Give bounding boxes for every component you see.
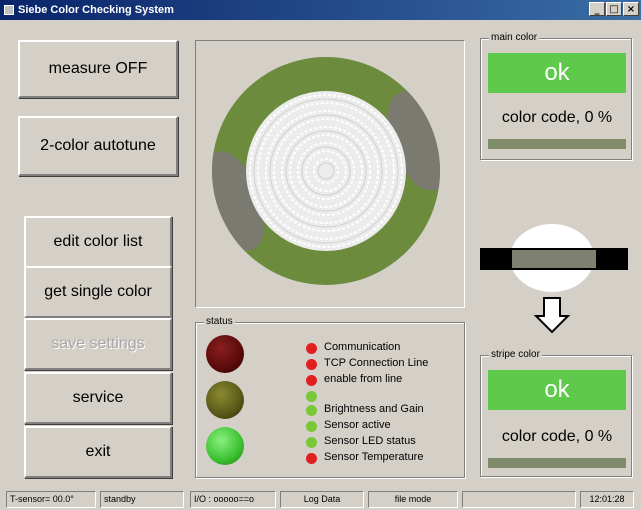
green-lamp	[206, 427, 244, 465]
status-label-communication: Communication	[324, 341, 401, 353]
status-bar: T-sensor= 00.0° standby I/O : ooooo==o L…	[0, 488, 641, 510]
stripe-color-result: ok	[488, 370, 626, 410]
save-settings-button[interactable]: save settings	[24, 318, 172, 370]
close-button[interactable]: ×	[623, 2, 639, 16]
menu-button-group: edit color list get single color save se…	[24, 216, 172, 478]
yellow-lamp	[206, 381, 244, 419]
stripe-color-legend: stripe color	[489, 349, 542, 361]
measure-button[interactable]: measure OFF	[18, 40, 178, 98]
get-single-color-button[interactable]: get single color	[24, 266, 172, 318]
main-color-bar	[488, 139, 626, 149]
statusbar-sensor-temp: T-sensor= 00.0°	[6, 491, 96, 508]
status-dot-communication	[306, 343, 317, 354]
status-label-sensor-active: Sensor active	[324, 419, 391, 431]
stripe-color-group: stripe color ok color code, 0 %	[480, 349, 632, 477]
statusbar-log[interactable]: Log Data	[280, 491, 364, 508]
stripe-bar-measured	[512, 250, 596, 268]
stripe-sensor-graphic	[480, 224, 628, 334]
edit-color-list-button[interactable]: edit color list	[24, 216, 172, 268]
statusbar-mode: standby	[100, 491, 184, 508]
title-bar: Siebe Color Checking System _ □ ×	[0, 0, 641, 20]
status-label-tcp: TCP Connection Line	[324, 357, 429, 369]
status-dot-temperature	[306, 453, 317, 464]
status-label-led: Sensor LED status	[324, 435, 416, 447]
arrow-down-icon	[533, 297, 571, 334]
window-controls: _ □ ×	[589, 2, 639, 16]
autotune-button[interactable]: 2-color autotune	[18, 116, 178, 176]
main-color-legend: main color	[489, 32, 540, 44]
status-label-enable: enable from line	[324, 373, 403, 385]
statusbar-file-mode: file mode	[368, 491, 458, 508]
status-dot-tcp	[306, 359, 317, 370]
status-label-brightness: Brightness and Gain	[324, 403, 424, 415]
main-color-code: color code, 0 %	[501, 109, 613, 126]
status-group: status Communication TCP Connection Line…	[195, 316, 465, 478]
status-legend: status	[204, 316, 235, 328]
window-title: Siebe Color Checking System	[18, 4, 174, 16]
sensor-view-graphic	[212, 57, 440, 285]
sensor-view-panel	[195, 40, 465, 308]
service-button[interactable]: service	[24, 372, 172, 424]
statusbar-io: I/O : ooooo==o	[190, 491, 276, 508]
maximize-button[interactable]: □	[606, 2, 622, 16]
status-label-temperature: Sensor Temperature	[324, 451, 424, 463]
statusbar-time: 12:01:28	[580, 491, 634, 508]
main-color-result: ok	[488, 53, 626, 93]
status-dot-spare	[306, 391, 317, 402]
statusbar-empty	[462, 491, 576, 508]
status-dot-sensor-active	[306, 421, 317, 432]
status-dot-brightness	[306, 405, 317, 416]
red-lamp	[206, 335, 244, 373]
app-icon[interactable]	[4, 5, 14, 15]
stripe-color-bar	[488, 458, 626, 468]
status-dot-led	[306, 437, 317, 448]
minimize-button[interactable]: _	[589, 2, 605, 16]
stripe-color-code: color code, 0 %	[501, 428, 613, 445]
exit-button[interactable]: exit	[24, 426, 172, 478]
status-dot-enable	[306, 375, 317, 386]
main-color-group: main color ok color code, 0 %	[480, 32, 632, 160]
